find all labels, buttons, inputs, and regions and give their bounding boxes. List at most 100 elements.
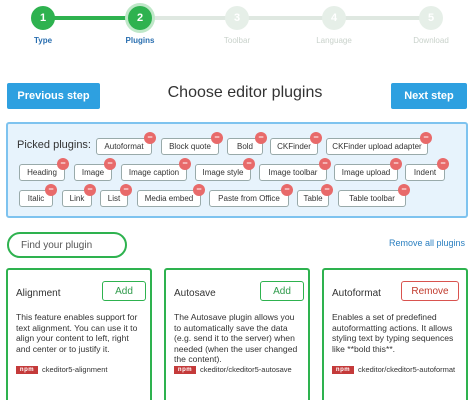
- picked-plugin-chip[interactable]: Italic −: [19, 184, 57, 207]
- remove-chip-icon[interactable]: −: [84, 184, 96, 196]
- remove-chip-icon[interactable]: −: [310, 132, 322, 144]
- picked-plugin-chip[interactable]: Image −: [74, 158, 116, 181]
- picked-plugin-chip[interactable]: Heading −: [19, 158, 69, 181]
- chip-label: Image: [81, 168, 105, 177]
- chip-label: Image caption: [128, 168, 180, 177]
- remove-chip-icon[interactable]: −: [120, 184, 132, 196]
- picked-plugin-chip[interactable]: Indent −: [405, 158, 449, 181]
- package-name[interactable]: ckeditor/ckeditor5-autosave: [200, 365, 292, 374]
- step-number: 3: [225, 6, 249, 30]
- plugin-card-description: The Autosave plugin allows you to automa…: [174, 312, 298, 365]
- remove-chip-icon[interactable]: −: [255, 132, 267, 144]
- remove-chip-icon[interactable]: −: [390, 158, 402, 170]
- remove-chip-icon[interactable]: −: [420, 132, 432, 144]
- picked-plugins-label: Picked plugins:: [17, 139, 91, 151]
- plugin-card-description: Enables a set of predefined autoformatti…: [332, 312, 454, 354]
- step-label: Language: [316, 36, 352, 45]
- chip-label: Block quote: [169, 142, 211, 151]
- plugin-card-alignment: Alignment Add This feature enables suppo…: [6, 268, 152, 400]
- chip-label: Indent: [413, 168, 437, 177]
- step-label: Toolbar: [223, 36, 251, 45]
- plugin-package[interactable]: npm ckeditor/ckeditor5-autoformat: [332, 365, 455, 374]
- picked-plugin-chip[interactable]: Table −: [297, 184, 333, 207]
- remove-chip-icon[interactable]: −: [398, 184, 410, 196]
- remove-chip-icon[interactable]: −: [144, 132, 156, 144]
- chip-label: Heading: [27, 168, 57, 177]
- plugin-search-input[interactable]: Find your plugin: [7, 232, 127, 258]
- remove-chip-icon[interactable]: −: [211, 132, 223, 144]
- picked-plugin-chip[interactable]: Autoformat −: [96, 132, 156, 155]
- chip-label: Table toolbar: [349, 194, 395, 203]
- remove-chip-icon[interactable]: −: [243, 158, 255, 170]
- chip-label: Link: [69, 194, 85, 203]
- step-label: Plugins: [125, 36, 155, 45]
- chip-label: Table: [303, 194, 323, 203]
- chip-label: CKFinder upload adapter: [332, 142, 422, 151]
- next-step-button[interactable]: Next step: [391, 83, 467, 109]
- plugin-package[interactable]: npm ckeditor/ckeditor5-autosave: [174, 365, 292, 374]
- remove-all-plugins-link[interactable]: Remove all plugins: [389, 238, 465, 248]
- package-name[interactable]: ckeditor5-alignment: [42, 365, 107, 374]
- remove-chip-icon[interactable]: −: [179, 158, 191, 170]
- remove-chip-icon[interactable]: −: [321, 184, 333, 196]
- remove-plugin-button[interactable]: Remove: [401, 281, 459, 301]
- step-number: 2: [128, 6, 152, 30]
- picked-plugin-chip[interactable]: Table toolbar −: [338, 184, 410, 207]
- plugin-package[interactable]: npm ckeditor5-alignment: [16, 365, 107, 374]
- page-title: Choose editor plugins: [167, 84, 323, 101]
- chip-label: List: [107, 194, 121, 203]
- plugin-card-title: Autosave: [174, 288, 216, 299]
- step-download[interactable]: 5 Download: [401, 4, 461, 45]
- step-toolbar[interactable]: 3 Toolbar: [207, 4, 267, 45]
- picked-plugin-chip[interactable]: Image caption −: [121, 158, 191, 181]
- chip-label: Bold: [236, 142, 253, 151]
- chip-label: Media embed: [144, 194, 194, 203]
- chip-label: Paste from Office: [218, 194, 280, 203]
- step-number: 4: [322, 6, 346, 30]
- picked-plugin-chip[interactable]: Paste from Office −: [209, 184, 293, 207]
- picked-plugin-chip[interactable]: Image toolbar −: [259, 158, 331, 181]
- picked-plugin-chip[interactable]: CKFinder −: [270, 132, 322, 155]
- stepper: 1 Type 2 Plugins 3 Toolbar 4 Language 5 …: [0, 4, 474, 48]
- chip-label: Image style: [202, 168, 244, 177]
- previous-step-button[interactable]: Previous step: [7, 83, 100, 109]
- picked-plugin-chip[interactable]: Block quote −: [161, 132, 223, 155]
- add-plugin-button[interactable]: Add: [102, 281, 146, 301]
- remove-chip-icon[interactable]: −: [193, 184, 205, 196]
- npm-icon: npm: [174, 365, 196, 374]
- picked-plugin-chip[interactable]: CKFinder upload adapter −: [326, 132, 432, 155]
- step-language[interactable]: 4 Language: [304, 4, 364, 45]
- chip-label: Image upload: [341, 168, 391, 177]
- npm-icon: npm: [16, 365, 38, 374]
- plugin-card-title: Autoformat: [332, 288, 381, 299]
- plugin-card-title: Alignment: [16, 288, 61, 299]
- step-label: Download: [413, 36, 449, 45]
- picked-plugin-chip[interactable]: Media embed −: [137, 184, 205, 207]
- step-number: 5: [419, 6, 443, 30]
- step-connector: [140, 16, 430, 20]
- picked-plugins-panel: Picked plugins: Autoformat − Block quote…: [6, 122, 468, 218]
- picked-plugin-chip[interactable]: List −: [100, 184, 132, 207]
- add-plugin-button[interactable]: Add: [260, 281, 304, 301]
- chip-label: Autoformat: [104, 142, 144, 151]
- picked-plugin-chip[interactable]: Bold −: [227, 132, 267, 155]
- picked-plugin-chip[interactable]: Link −: [62, 184, 96, 207]
- chip-label: Italic: [27, 194, 45, 203]
- step-number: 1: [31, 6, 55, 30]
- picked-plugin-chip[interactable]: Image upload −: [334, 158, 402, 181]
- chip-label: CKFinder: [277, 142, 311, 151]
- chip-label: Image toolbar: [268, 168, 318, 177]
- remove-chip-icon[interactable]: −: [319, 158, 331, 170]
- plugin-card-description: This feature enables support for text al…: [16, 312, 138, 354]
- package-name[interactable]: ckeditor/ckeditor5-autoformat: [358, 365, 455, 374]
- remove-chip-icon[interactable]: −: [104, 158, 116, 170]
- remove-chip-icon[interactable]: −: [281, 184, 293, 196]
- plugin-card-autoformat: Autoformat Remove Enables a set of prede…: [322, 268, 468, 400]
- remove-chip-icon[interactable]: −: [45, 184, 57, 196]
- step-plugins[interactable]: 2 Plugins: [110, 4, 170, 45]
- step-type[interactable]: 1 Type: [13, 4, 73, 45]
- npm-icon: npm: [332, 365, 354, 374]
- remove-chip-icon[interactable]: −: [57, 158, 69, 170]
- picked-plugin-chip[interactable]: Image style −: [195, 158, 255, 181]
- remove-chip-icon[interactable]: −: [437, 158, 449, 170]
